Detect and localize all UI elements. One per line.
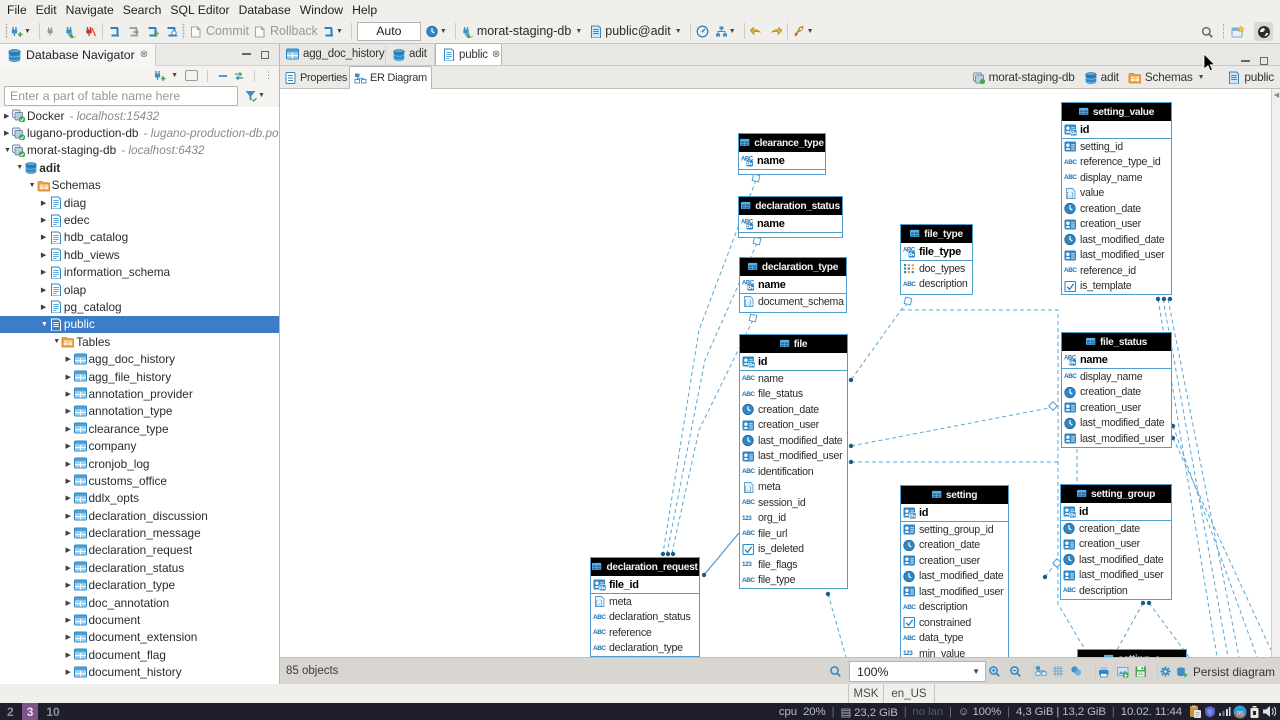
svg-text:95: 95 bbox=[1236, 710, 1244, 717]
